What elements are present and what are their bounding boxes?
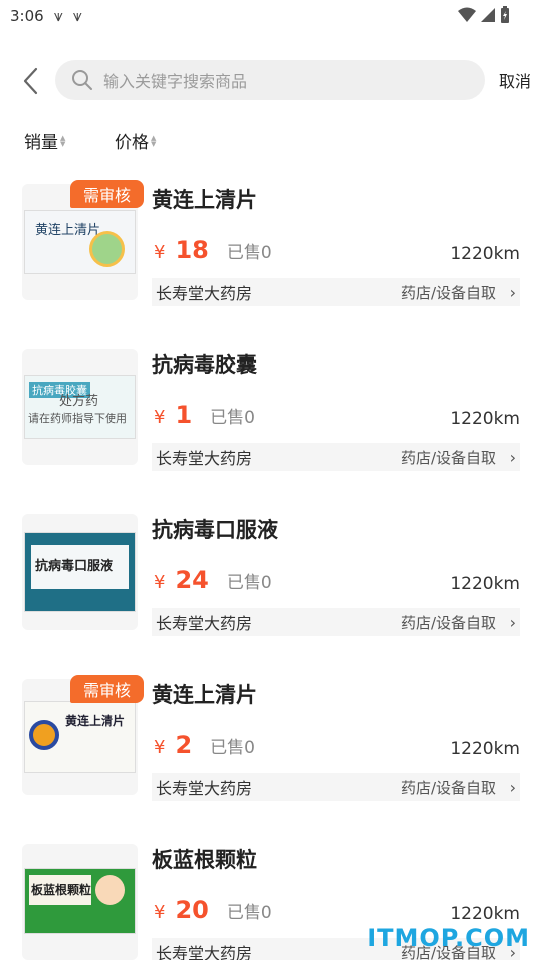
product-thumbnail: 板蓝根颗粒 (24, 868, 136, 934)
store-name: 长寿堂大药房 (156, 449, 253, 468)
review-badge: 需审核 (70, 675, 144, 703)
product-title[interactable]: 抗病毒口服液 (152, 514, 278, 544)
product-item[interactable]: 抗病毒胶囊 处方药 请在药师指导下使用 抗病毒胶囊 ¥ 1 已售0 1220km… (22, 349, 522, 484)
thumb-label: 黄连上清片 (35, 223, 101, 238)
price-value: 20 (175, 896, 209, 924)
price-symbol: ¥ (154, 737, 166, 758)
battery-icon (501, 6, 509, 23)
signal-icon (481, 8, 495, 22)
pickup-option: 药店/设备自取 (400, 448, 496, 467)
price-value: 1 (175, 401, 193, 429)
price-symbol: ¥ (154, 407, 166, 428)
thumb-label: 黄连上清片 (65, 714, 126, 728)
price-symbol: ¥ (154, 242, 166, 263)
price-row: ¥ 2 已售0 (154, 731, 255, 759)
chevron-right-icon: › (509, 447, 516, 467)
chevron-right-icon: › (509, 612, 516, 632)
thumb-overlay-rx: 处方药 (59, 394, 99, 409)
product-title[interactable]: 抗病毒胶囊 (152, 349, 257, 379)
product-thumbnail: 黄连上清片 (24, 701, 136, 773)
product-item[interactable]: 黄连上清片 需审核 黄连上清片 ¥ 18 已售0 1220km 长寿堂大药房 药… (22, 180, 522, 319)
sold-count: 已售0 (226, 243, 272, 263)
store-bar[interactable]: 长寿堂大药房 药店/设备自取 › (152, 278, 520, 306)
sort-price-button[interactable]: 价格 ▲ ▼ (115, 128, 161, 153)
store-bar[interactable]: 长寿堂大药房 药店/设备自取 › (152, 443, 520, 471)
back-arrow-icon[interactable] (18, 66, 44, 96)
sort-price-label: 价格 (115, 133, 149, 153)
product-thumbnail: 抗病毒口服液 (24, 532, 136, 612)
product-item[interactable]: 抗病毒口服液 抗病毒口服液 ¥ 24 已售0 1220km 长寿堂大药房 药店/… (22, 514, 522, 649)
download-check-icon: ⩛ (53, 6, 63, 25)
product-image[interactable]: 抗病毒胶囊 处方药 请在药师指导下使用 (22, 349, 138, 465)
cancel-button[interactable]: 取消 (499, 68, 531, 92)
pickup-option: 药店/设备自取 (400, 283, 496, 302)
search-input[interactable]: 输入关键字搜索商品 (55, 60, 485, 100)
distance: 1220km (450, 409, 520, 429)
price-row: ¥ 24 已售0 (154, 566, 272, 594)
distance: 1220km (450, 739, 520, 759)
sort-sales-button[interactable]: 销量 ▲ ▼ (24, 128, 70, 153)
store-name: 长寿堂大药房 (156, 614, 253, 633)
thumb-label: 抗病毒口服液 (35, 559, 114, 574)
price-row: ¥ 20 已售0 (154, 896, 272, 924)
watermark: ITMOP.COM (367, 924, 530, 952)
review-badge: 需审核 (70, 180, 144, 208)
product-title[interactable]: 黄连上清片 (152, 679, 257, 709)
chevron-right-icon: › (509, 777, 516, 797)
store-name: 长寿堂大药房 (156, 944, 253, 960)
download-check-icon: ⩛ (72, 6, 82, 25)
product-thumbnail: 抗病毒胶囊 处方药 请在药师指导下使用 (24, 375, 136, 439)
thumb-label: 板蓝根颗粒 (31, 883, 92, 897)
search-icon (72, 70, 92, 90)
store-bar[interactable]: 长寿堂大药房 药店/设备自取 › (152, 608, 520, 636)
pickup-option: 药店/设备自取 (400, 613, 496, 632)
price-value: 18 (175, 236, 209, 264)
status-bar: 3:06 ⩛ ⩛ (0, 0, 540, 32)
product-image[interactable]: 抗病毒口服液 (22, 514, 138, 630)
distance: 1220km (450, 574, 520, 594)
product-item[interactable]: 黄连上清片 需审核 黄连上清片 ¥ 2 已售0 1220km 长寿堂大药房 药店… (22, 675, 522, 814)
sold-count: 已售0 (226, 573, 272, 593)
product-image[interactable]: 板蓝根颗粒 (22, 844, 138, 960)
search-header: 输入关键字搜索商品 取消 (0, 58, 540, 104)
price-symbol: ¥ (154, 572, 166, 593)
store-name: 长寿堂大药房 (156, 284, 253, 303)
sold-count: 已售0 (226, 903, 272, 923)
pills-image (89, 231, 125, 267)
sold-count: 已售0 (210, 738, 255, 758)
store-name: 长寿堂大药房 (156, 779, 253, 798)
sold-count: 已售0 (210, 408, 255, 428)
product-title[interactable]: 黄连上清片 (152, 184, 257, 214)
chevron-right-icon: › (509, 282, 516, 302)
price-value: 24 (175, 566, 209, 594)
status-right-icons (458, 6, 510, 24)
flower-image (29, 720, 59, 750)
product-thumbnail: 黄连上清片 (24, 210, 136, 274)
product-title[interactable]: 板蓝根颗粒 (152, 844, 257, 874)
wifi-icon (458, 7, 476, 22)
price-row: ¥ 18 已售0 (154, 236, 272, 264)
price-symbol: ¥ (154, 902, 166, 923)
thumb-overlay-note: 请在药师指导下使用 (28, 412, 127, 425)
distance: 1220km (450, 244, 520, 264)
sort-bar: 销量 ▲ ▼ 价格 ▲ ▼ (0, 122, 540, 158)
cartoon-face-image (95, 875, 125, 905)
distance: 1220km (450, 904, 520, 924)
price-row: ¥ 1 已售0 (154, 401, 255, 429)
status-time: 3:06 (10, 7, 44, 25)
sort-sales-label: 销量 (24, 133, 58, 153)
sort-arrows-icon: ▲ ▼ (151, 133, 157, 148)
pickup-option: 药店/设备自取 (400, 778, 496, 797)
price-value: 2 (175, 731, 193, 759)
sort-arrows-icon: ▲ ▼ (60, 133, 66, 148)
store-bar[interactable]: 长寿堂大药房 药店/设备自取 › (152, 773, 520, 801)
search-placeholder: 输入关键字搜索商品 (103, 72, 248, 91)
